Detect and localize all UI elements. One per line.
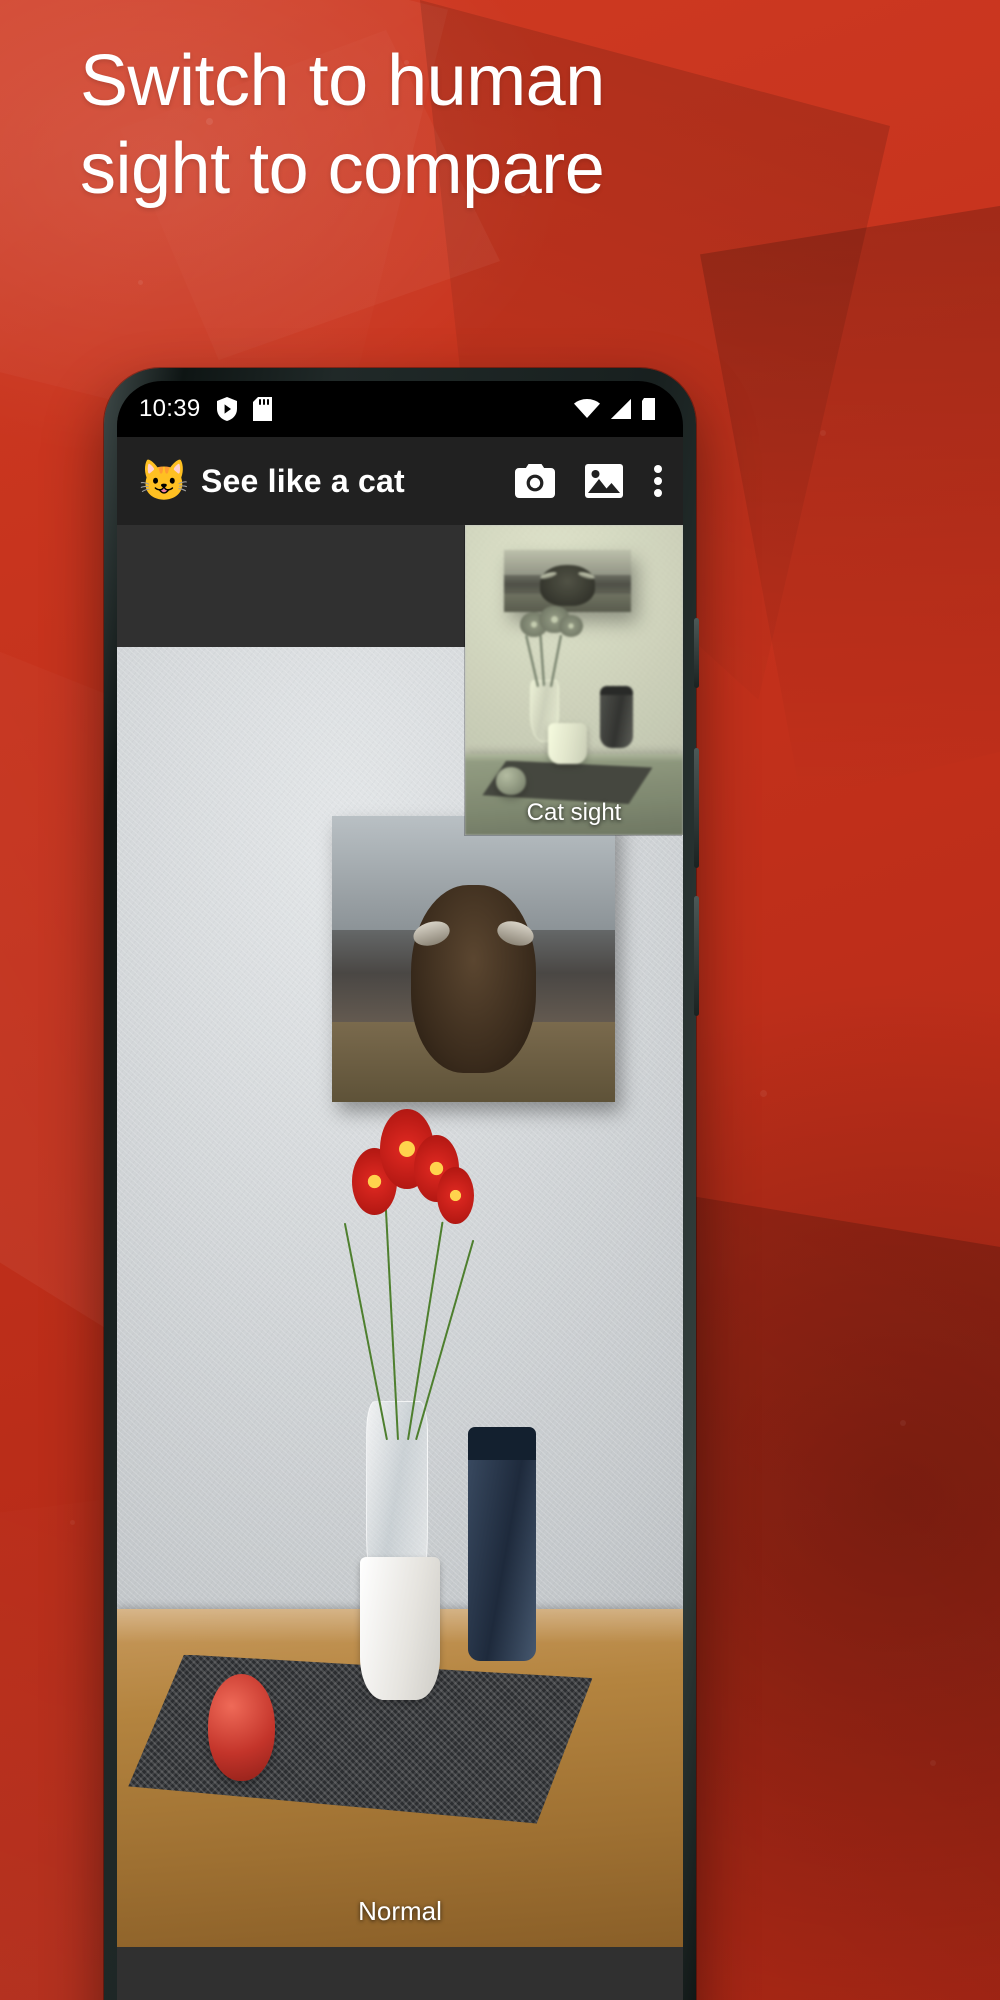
- status-bar-left: 10:39: [139, 395, 272, 423]
- headline-line-2: sight to compare: [80, 128, 605, 209]
- bg-speck: [930, 1760, 936, 1766]
- shield-play-icon: [216, 397, 238, 421]
- phone-button-volume[interactable]: [694, 748, 699, 868]
- cow-canvas-art: [332, 816, 616, 1102]
- bg-speck: [900, 1420, 906, 1426]
- phone-mockup: 10:39 😺 See like a cat Normal Cat sight: [104, 368, 699, 2000]
- normal-scene: [117, 647, 683, 1947]
- bottom-strip: [117, 1963, 683, 2000]
- bg-speck: [138, 280, 143, 285]
- bg-speck: [760, 1090, 767, 1097]
- battery-icon: [642, 398, 657, 420]
- status-bar-right: [574, 398, 657, 420]
- overflow-menu-icon[interactable]: [653, 464, 663, 498]
- app-bar: 😺 See like a cat: [117, 437, 683, 525]
- bottle-cap: [600, 686, 633, 695]
- apple: [207, 1674, 276, 1781]
- phone-button-mute[interactable]: [694, 618, 699, 688]
- bg-speck: [820, 430, 826, 436]
- cat-sight-scene: [465, 525, 683, 835]
- red-flower: [558, 614, 583, 637]
- app-title: See like a cat: [201, 462, 405, 499]
- status-bar-clock: 10:39: [139, 395, 201, 422]
- app-cat-icon: 😺: [139, 459, 189, 503]
- coffee-mug: [360, 1557, 440, 1700]
- apple: [495, 766, 527, 795]
- cow-canvas-art: [504, 549, 631, 612]
- viewer-content: Normal Cat sight: [117, 525, 683, 2000]
- coffee-mug: [547, 723, 588, 764]
- water-bottle: [467, 1427, 536, 1661]
- phone-screen: 10:39 😺 See like a cat Normal Cat sight: [117, 381, 683, 2000]
- normal-view-label: Normal: [358, 1896, 442, 1926]
- cat-sight-pip-view[interactable]: Cat sight: [465, 525, 683, 835]
- wifi-icon: [574, 399, 600, 419]
- headline-line-1: Switch to human: [80, 41, 605, 121]
- bottle-cap: [467, 1427, 536, 1460]
- gallery-icon[interactable]: [585, 464, 623, 498]
- phone-button-power[interactable]: [694, 896, 699, 1016]
- red-flower: [436, 1167, 474, 1225]
- sd-card-icon: [252, 397, 272, 421]
- bg-facet-3: [700, 180, 1000, 800]
- status-bar: 10:39: [117, 381, 683, 437]
- bg-speck: [70, 1520, 75, 1525]
- cow-head: [410, 884, 537, 1074]
- water-bottle: [600, 686, 633, 749]
- normal-photo-view[interactable]: Normal: [117, 647, 683, 1947]
- signal-icon: [609, 399, 633, 419]
- app-bar-actions: [515, 464, 663, 498]
- camera-icon[interactable]: [515, 464, 555, 498]
- promo-headline: Switch to human sight to compare: [80, 38, 920, 214]
- cat-sight-label: Cat sight: [526, 799, 622, 826]
- cow-head: [539, 564, 596, 606]
